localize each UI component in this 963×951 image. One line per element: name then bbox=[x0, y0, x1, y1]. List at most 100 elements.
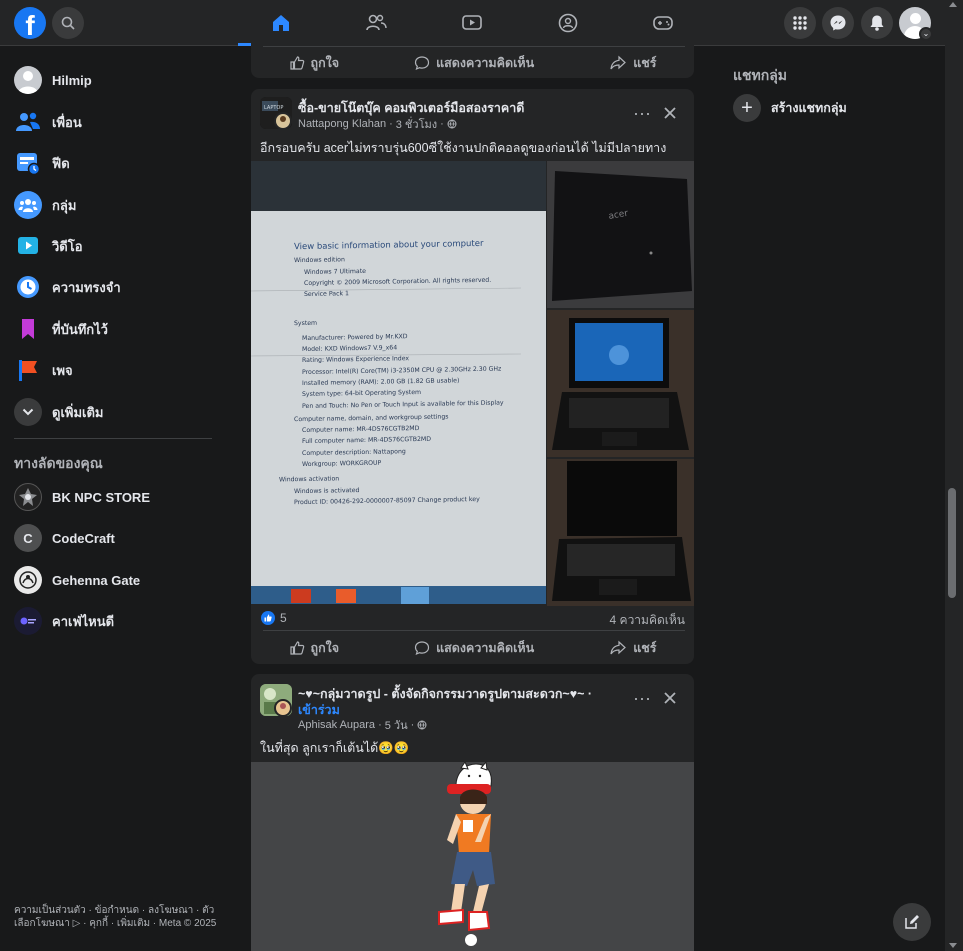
meta-separator: · bbox=[378, 719, 382, 731]
share-label: แชร์ bbox=[633, 56, 657, 70]
meta-separator: · bbox=[410, 719, 415, 731]
post-photo-laptop-closed[interactable]: acer bbox=[547, 161, 694, 308]
like-reaction-icon bbox=[261, 611, 275, 625]
sidebar-item-label: กลุ่ม bbox=[52, 197, 77, 213]
post-photo-laptop-open[interactable] bbox=[547, 310, 694, 457]
reaction-count: 5 bbox=[280, 611, 287, 625]
post-time[interactable]: 5 วัน bbox=[385, 716, 408, 734]
group-avatar[interactable] bbox=[260, 684, 292, 716]
group-name[interactable]: ~♥~กลุ่มวาดรูป - ตั้งจัดกิจกรรมวาดรูปตาม… bbox=[298, 684, 592, 704]
scrollbar-track[interactable] bbox=[945, 0, 963, 951]
messenger-button[interactable] bbox=[822, 7, 854, 39]
sidebar-item-see-more[interactable]: ดูเพิ่มเติม bbox=[14, 394, 103, 430]
dancing-character-image bbox=[438, 760, 495, 946]
comment-button[interactable]: แสดงความคิดเห็น bbox=[414, 53, 534, 73]
globe-icon bbox=[417, 720, 427, 730]
shortcuts-title: ทางลัดของคุณ bbox=[14, 455, 103, 471]
post-time[interactable]: 3 ชั่วโมง bbox=[396, 115, 437, 133]
share-button[interactable]: แชร์ bbox=[609, 53, 656, 73]
sidebar-item-friends[interactable]: เพื่อน bbox=[14, 104, 82, 140]
group-chats-title: แชทกลุ่ม bbox=[733, 67, 788, 83]
flag-icon bbox=[14, 356, 42, 384]
shortcut-item[interactable]: BK NPC STORE bbox=[14, 479, 150, 515]
post-actions: ถูกใจ แสดงความคิดเห็น แชร์ bbox=[251, 632, 694, 664]
sidebar-item-label: ฟีด bbox=[52, 155, 70, 171]
home-icon bbox=[273, 15, 289, 31]
sidebar-item-groups[interactable]: กลุ่ม bbox=[14, 187, 76, 223]
shortcut-avatar: C bbox=[14, 524, 42, 552]
sidebar-item-label: ดูเพิ่มเติม bbox=[52, 404, 104, 420]
thumb-up-icon bbox=[289, 641, 304, 655]
groups-icon bbox=[14, 191, 42, 219]
svg-text:LAPTOP: LAPTOP bbox=[264, 105, 283, 111]
compose-icon bbox=[905, 915, 919, 929]
comment-count[interactable]: 4 ความคิดเห็น bbox=[610, 611, 685, 630]
scroll-up-arrow[interactable] bbox=[949, 2, 957, 7]
left-sidebar: Hilmip เพื่อน ฟีด กลุ่ม วิดีโอ ความทรงจำ bbox=[0, 46, 230, 951]
sidebar-item-video[interactable]: วิดีโอ bbox=[14, 228, 83, 264]
sidebar-item-memories[interactable]: ความทรงจำ bbox=[14, 269, 121, 305]
sidebar-divider bbox=[14, 438, 212, 439]
scrollbar-thumb[interactable] bbox=[948, 488, 956, 598]
sidebar-item-label: Hilmip bbox=[52, 72, 92, 88]
thumb-up-icon bbox=[289, 56, 304, 70]
shortcut-label: BK NPC STORE bbox=[52, 489, 150, 505]
comment-button[interactable]: แสดงความคิดเห็น bbox=[414, 638, 534, 658]
screenshot-line: System bbox=[294, 320, 318, 328]
shortcut-item[interactable]: C CodeCraft bbox=[14, 520, 115, 556]
author-name[interactable]: Nattapong Klahan bbox=[298, 118, 386, 130]
comment-icon bbox=[414, 56, 430, 71]
menu-grid-icon bbox=[793, 16, 807, 30]
friends-icon bbox=[366, 14, 387, 31]
post-photo-laptop-keyboard[interactable] bbox=[547, 459, 694, 606]
author-name[interactable]: Aphisak Aupara bbox=[298, 719, 375, 731]
like-button[interactable]: ถูกใจ bbox=[289, 53, 339, 73]
shortcut-item[interactable]: คาเฟ่ไหนดี bbox=[14, 603, 114, 639]
profile-avatar bbox=[14, 66, 42, 94]
search-button[interactable] bbox=[52, 7, 84, 39]
post-photo-screenshot[interactable]: View basic information about your comput… bbox=[251, 161, 546, 604]
post-video[interactable] bbox=[251, 760, 694, 951]
close-icon[interactable] bbox=[658, 686, 682, 710]
shortcut-label: CodeCraft bbox=[52, 530, 115, 546]
sidebar-item-profile[interactable]: Hilmip bbox=[14, 62, 92, 98]
gaming-icon bbox=[653, 16, 673, 30]
sidebar-item-saved[interactable]: ที่บันทึกไว้ bbox=[14, 311, 108, 347]
post-text: ในที่สุด ลูกเราก็เต้นได้🥹🥹 bbox=[260, 741, 410, 755]
actions-divider bbox=[263, 630, 685, 631]
scroll-down-arrow[interactable] bbox=[949, 943, 957, 948]
close-icon[interactable] bbox=[658, 101, 682, 125]
groups-icon bbox=[558, 13, 578, 33]
more-options-icon[interactable]: ··· bbox=[630, 101, 654, 125]
menu-button[interactable] bbox=[784, 7, 816, 39]
group-avatar[interactable]: LAPTOP bbox=[260, 97, 292, 129]
chevron-down-icon[interactable]: ⌄ bbox=[919, 27, 933, 41]
globe-icon bbox=[447, 119, 457, 129]
shortcut-avatar bbox=[14, 483, 42, 511]
sidebar-item-pages[interactable]: เพจ bbox=[14, 352, 73, 388]
create-group-chat-button[interactable]: + สร้างแชทกลุ่ม bbox=[733, 94, 847, 122]
comment-label: แสดงความคิดเห็น bbox=[436, 56, 535, 70]
share-button[interactable]: แชร์ bbox=[609, 638, 656, 658]
new-message-button[interactable] bbox=[893, 903, 931, 941]
reactions-summary[interactable]: 5 bbox=[261, 611, 287, 625]
sidebar-item-label: ความทรงจำ bbox=[52, 279, 121, 295]
like-button[interactable]: ถูกใจ bbox=[289, 638, 340, 658]
sidebar-item-label: เพจ bbox=[52, 362, 73, 378]
previous-post-card: ถูกใจ แสดงความคิดเห็น แชร์ bbox=[251, 36, 694, 78]
more-options-icon[interactable]: ··· bbox=[630, 686, 654, 710]
shortcut-avatar bbox=[14, 566, 42, 594]
share-icon bbox=[610, 640, 627, 655]
shortcut-item[interactable]: Gehenna Gate bbox=[14, 562, 140, 598]
sidebar-item-label: เพื่อน bbox=[52, 114, 82, 130]
share-label: แชร์ bbox=[633, 641, 657, 655]
like-label: ถูกใจ bbox=[310, 641, 340, 655]
post-meta: Aphisak Aupara · 5 วัน · bbox=[298, 716, 427, 734]
facebook-logo[interactable]: f bbox=[14, 7, 46, 39]
sidebar-item-feed[interactable]: ฟีด bbox=[14, 145, 70, 181]
avatar-head bbox=[910, 13, 921, 24]
post-meta: Nattapong Klahan · 3 ชั่วโมง · bbox=[298, 115, 457, 133]
footer-links[interactable]: ความเป็นส่วนตัว · ข้อกำหนด · ลงโฆษณา · ต… bbox=[14, 904, 219, 930]
notifications-button[interactable] bbox=[861, 7, 893, 39]
bell-icon bbox=[870, 15, 884, 31]
